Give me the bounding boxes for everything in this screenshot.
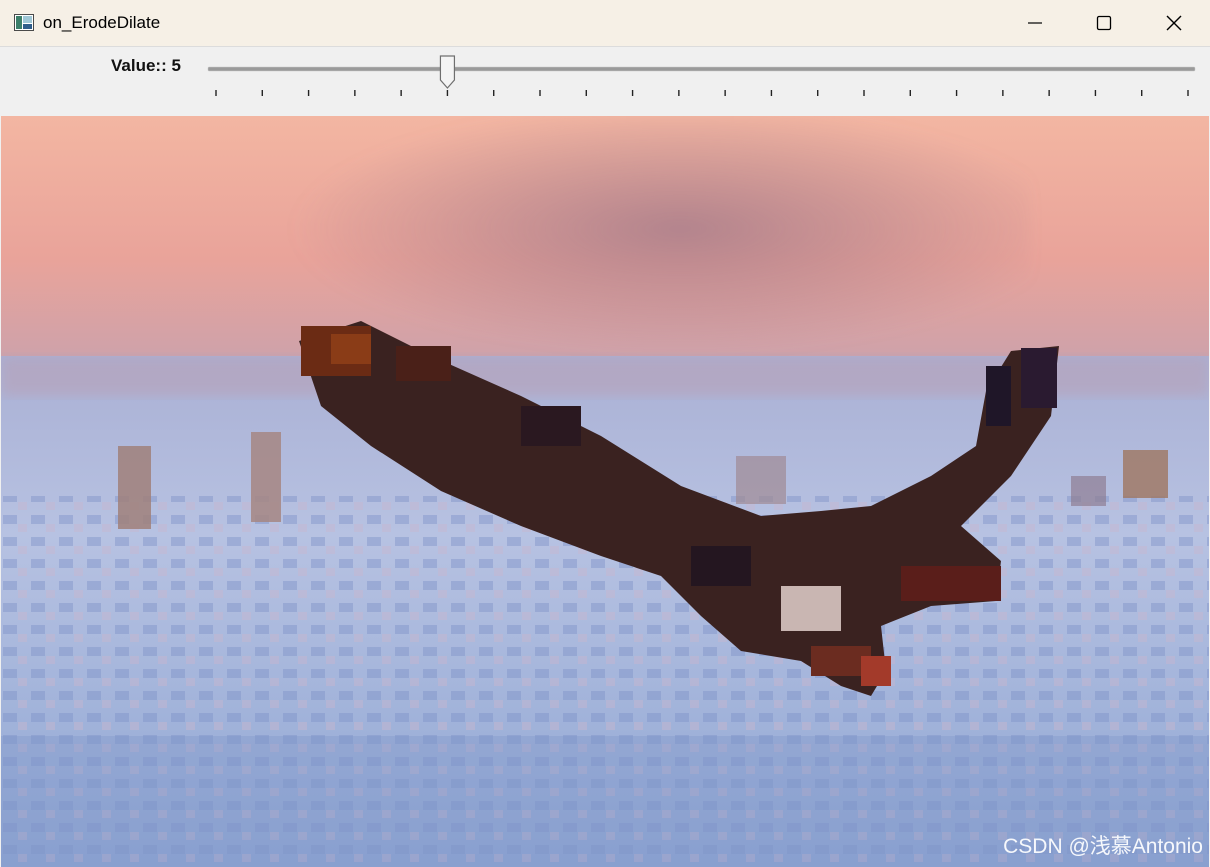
maximize-button[interactable] bbox=[1069, 0, 1139, 46]
trackbar-groove bbox=[207, 66, 1196, 72]
watermark: CSDN @浅慕Antonio bbox=[1003, 835, 1203, 858]
trackbar-ticks bbox=[215, 90, 1189, 96]
image-display: CSDN @浅慕Antonio bbox=[1, 116, 1209, 867]
trackbar-panel: Value:: 5 bbox=[0, 47, 1210, 116]
minimize-icon bbox=[1027, 15, 1043, 31]
trackbar-label: Value:: 5 bbox=[111, 56, 181, 75]
trackbar-thumb[interactable] bbox=[439, 55, 456, 89]
value-trackbar[interactable] bbox=[207, 47, 1197, 116]
minimize-button[interactable] bbox=[1000, 0, 1070, 46]
close-button[interactable] bbox=[1139, 0, 1209, 46]
eroded-eagle-image bbox=[1, 116, 1209, 867]
app-icon bbox=[14, 14, 34, 31]
maximize-icon bbox=[1096, 15, 1112, 31]
app-window: on_ErodeDilate Value:: 5 CSDN @浅慕Antonio bbox=[0, 0, 1210, 867]
title-bar[interactable]: on_ErodeDilate bbox=[0, 0, 1210, 47]
window-title: on_ErodeDilate bbox=[43, 13, 161, 32]
close-icon bbox=[1165, 14, 1183, 32]
